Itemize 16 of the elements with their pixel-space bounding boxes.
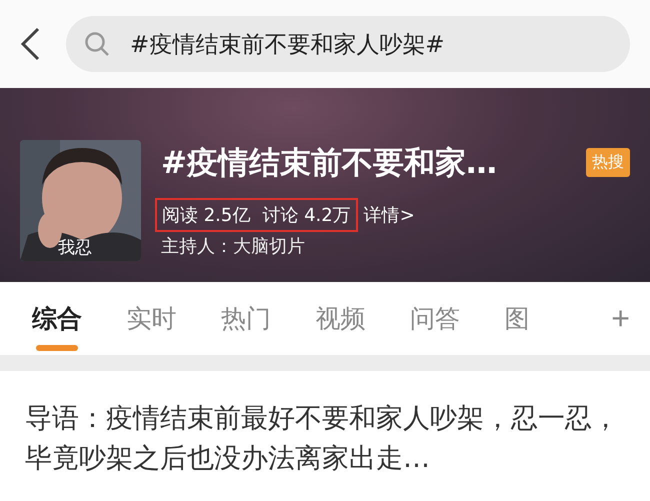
read-count: 阅读 2.5亿 [162,204,250,227]
image-caption: 我忍 [58,237,92,259]
discussion-count: 讨论 4.2万 [262,204,351,227]
details-link[interactable]: 详情> [364,203,415,227]
tab[interactable]: 问答 [410,286,505,351]
tab[interactable]: 视频 [316,286,410,351]
host-label: 主持人：大脑切片 [161,235,306,258]
topic-title: #疫情结束前不要和家… [161,144,497,183]
hot-search-badge: 热搜 [586,148,630,177]
search-bar[interactable]: #疫情结束前不要和家人吵架# [66,16,630,72]
tab[interactable]: 图 [504,286,600,351]
tab[interactable]: 综合 [32,286,127,351]
tab[interactable]: 实时 [126,286,222,351]
intro-text: 导语：疫情结束前最好不要和家人吵架，忍一忍，毕竟吵架之后也没办法离家出走… [24,402,620,476]
search-icon [84,31,110,57]
tab[interactable]: 热门 [221,286,316,351]
